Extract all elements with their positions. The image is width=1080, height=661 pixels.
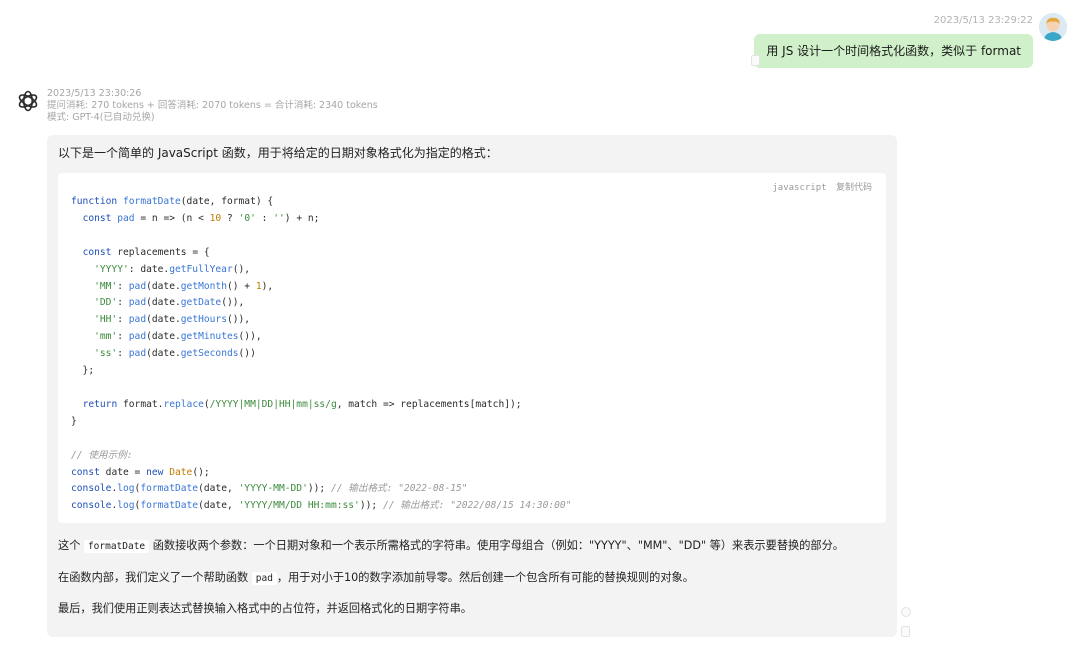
assistant-action-button-1[interactable]: [901, 607, 911, 617]
para1-text-a: 这个: [58, 539, 84, 552]
assistant-message-meta: 2023/5/13 23:30:26 提问消耗: 270 tokens + 回答…: [47, 88, 378, 124]
para2-text-b: ，用于对小于10的数字添加前导零。然后创建一个包含所有可能的替换规则的对象。: [276, 571, 694, 584]
assistant-message-timestamp: 2023/5/13 23:30:26: [47, 88, 142, 99]
code-content: function formatDate(date, format) { cons…: [71, 196, 572, 512]
copy-code-button[interactable]: 复制代码: [836, 183, 872, 193]
explanation-paragraph-1: 这个 formatDate 函数接收两个参数：一个日期对象和一个表示所需格式的字…: [58, 538, 844, 555]
explanation-paragraph-2: 在函数内部，我们定义了一个帮助函数 pad ，用于对小于10的数字添加前导零。然后…: [58, 570, 694, 587]
inline-code-pad: pad: [251, 572, 277, 585]
explanation-paragraph-3: 最后，我们使用正则表达式替换输入格式中的占位符，并返回格式化的日期字符串。: [58, 602, 472, 615]
code-block: javascript 复制代码 function formatDate(date…: [58, 173, 886, 523]
assistant-message-bubble: 以下是一个简单的 JavaScript 函数，用于将给定的日期对象格式化为指定的…: [47, 135, 897, 637]
assistant-intro-text: 以下是一个简单的 JavaScript 函数，用于将给定的日期对象格式化为指定的…: [58, 146, 498, 160]
chat-page: 2023/5/13 23:29:22 用 JS 设计一个时间格式化函数，类似于 …: [0, 0, 1080, 661]
user-message-bubble: 用 JS 设计一个时间格式化函数，类似于 format: [754, 34, 1033, 68]
code-language-label: javascript: [772, 183, 827, 193]
user-message-timestamp: 2023/5/13 23:29:22: [933, 15, 1033, 26]
para2-text-a: 在函数内部，我们定义了一个帮助函数: [58, 571, 252, 584]
code-block-header: javascript 复制代码: [772, 180, 872, 193]
inline-code-formatDate: formatDate: [83, 540, 150, 553]
openai-logo-icon: [15, 88, 41, 114]
user-avatar-icon[interactable]: [1039, 13, 1067, 41]
token-usage: 提问消耗: 270 tokens + 回答消耗: 2070 tokens = 合…: [47, 100, 378, 111]
para1-text-b: 函数接收两个参数：一个日期对象和一个表示所需格式的字符串。使用字母组合（例如："…: [149, 539, 844, 552]
model-mode: 模式: GPT-4(已自动兑换): [47, 112, 155, 123]
assistant-action-button-2[interactable]: [901, 626, 910, 637]
user-message-action-button[interactable]: [751, 55, 760, 66]
